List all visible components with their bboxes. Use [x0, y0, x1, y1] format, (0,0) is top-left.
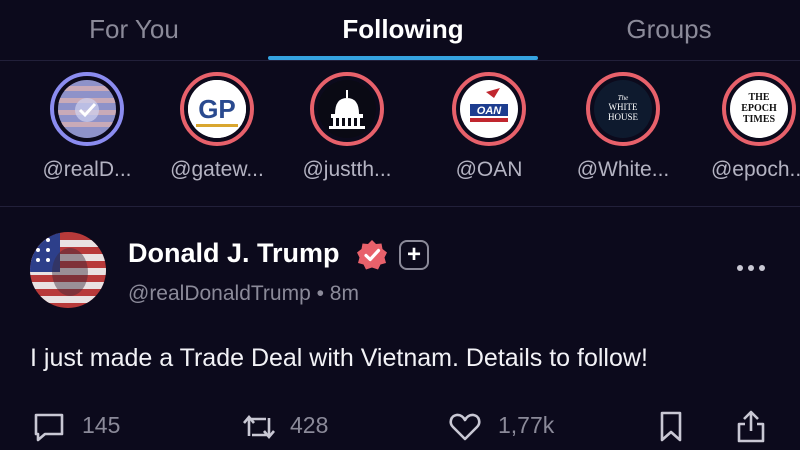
story-epochtimes[interactable]: THE EPOCH TIMES @epoch...	[694, 72, 800, 192]
oan-logo-text: OAN	[477, 105, 503, 117]
story-oan[interactable]: OAN @OAN	[424, 72, 554, 192]
reply-button[interactable]: 145	[32, 408, 142, 444]
whitehouse-logo-line-2: WHITE	[609, 102, 638, 112]
whitehouse-logo-line-3: HOUSE	[608, 112, 639, 122]
story-avatar	[318, 80, 376, 138]
story-handle: @White...	[576, 158, 670, 181]
story-avatar: OAN	[460, 80, 518, 138]
story-ring: The WHITE HOUSE	[586, 72, 660, 146]
whitehouse-logo-line-1: The	[618, 94, 629, 102]
heart-icon	[449, 413, 481, 441]
story-realdonaldtrump[interactable]: @realD...	[22, 72, 152, 192]
tabs-divider	[0, 60, 800, 61]
story-ring	[310, 72, 384, 146]
story-ring: THE EPOCH TIMES	[722, 72, 796, 146]
post-author-meta: @realDonaldTrump • 8m	[128, 282, 359, 305]
section-divider	[0, 206, 800, 207]
like-count: 1,77k	[498, 412, 555, 438]
story-avatar: THE EPOCH TIMES	[730, 80, 788, 138]
story-handle: @realD...	[42, 158, 132, 181]
repost-button[interactable]: 428	[240, 408, 350, 444]
share-icon	[737, 410, 765, 443]
gp-logo-text: GP	[198, 94, 236, 124]
story-avatar: GP	[188, 80, 246, 138]
bookmark-button[interactable]	[658, 408, 688, 444]
story-whitehouse[interactable]: The WHITE HOUSE @White...	[558, 72, 688, 192]
tab-following[interactable]: Following	[268, 12, 538, 46]
more-icon[interactable]	[734, 262, 768, 274]
story-ring: OAN	[452, 72, 526, 146]
repost-count: 428	[290, 412, 329, 438]
story-avatar: The WHITE HOUSE	[594, 80, 652, 138]
story-justthenews[interactable]: @justth...	[282, 72, 412, 192]
story-ring	[50, 72, 124, 146]
reply-count: 145	[82, 412, 121, 438]
repost-icon	[243, 414, 275, 440]
tab-groups[interactable]: Groups	[538, 12, 800, 46]
story-ring: GP	[180, 72, 254, 146]
plus-badge[interactable]: +	[399, 240, 429, 270]
story-handle: @OAN	[455, 158, 523, 181]
post-author-name[interactable]: Donald J. Trump	[128, 238, 340, 269]
post-author-avatar[interactable]	[30, 232, 106, 308]
story-avatar	[58, 80, 116, 138]
story-gateway[interactable]: GP @gatew...	[152, 72, 282, 192]
epoch-logo-line-2: EPOCH	[741, 103, 777, 114]
story-handle: @epoch...	[710, 158, 800, 181]
epoch-logo-line-1: THE	[748, 92, 769, 103]
capitol-icon	[318, 80, 376, 138]
comment-icon	[34, 413, 64, 442]
story-handle: @gatew...	[170, 158, 264, 181]
share-button[interactable]	[736, 408, 770, 444]
verified-badge-icon	[357, 240, 387, 270]
bookmark-icon	[660, 411, 682, 442]
feed-tabs: For You Following Groups	[0, 0, 800, 60]
story-handle: @justth...	[302, 158, 392, 181]
epoch-logo-line-3: TIMES	[743, 114, 776, 125]
post-text: I just made a Trade Deal with Vietnam. D…	[30, 344, 648, 372]
tab-for-you[interactable]: For You	[0, 12, 268, 46]
like-button[interactable]: 1,77k	[448, 408, 568, 444]
